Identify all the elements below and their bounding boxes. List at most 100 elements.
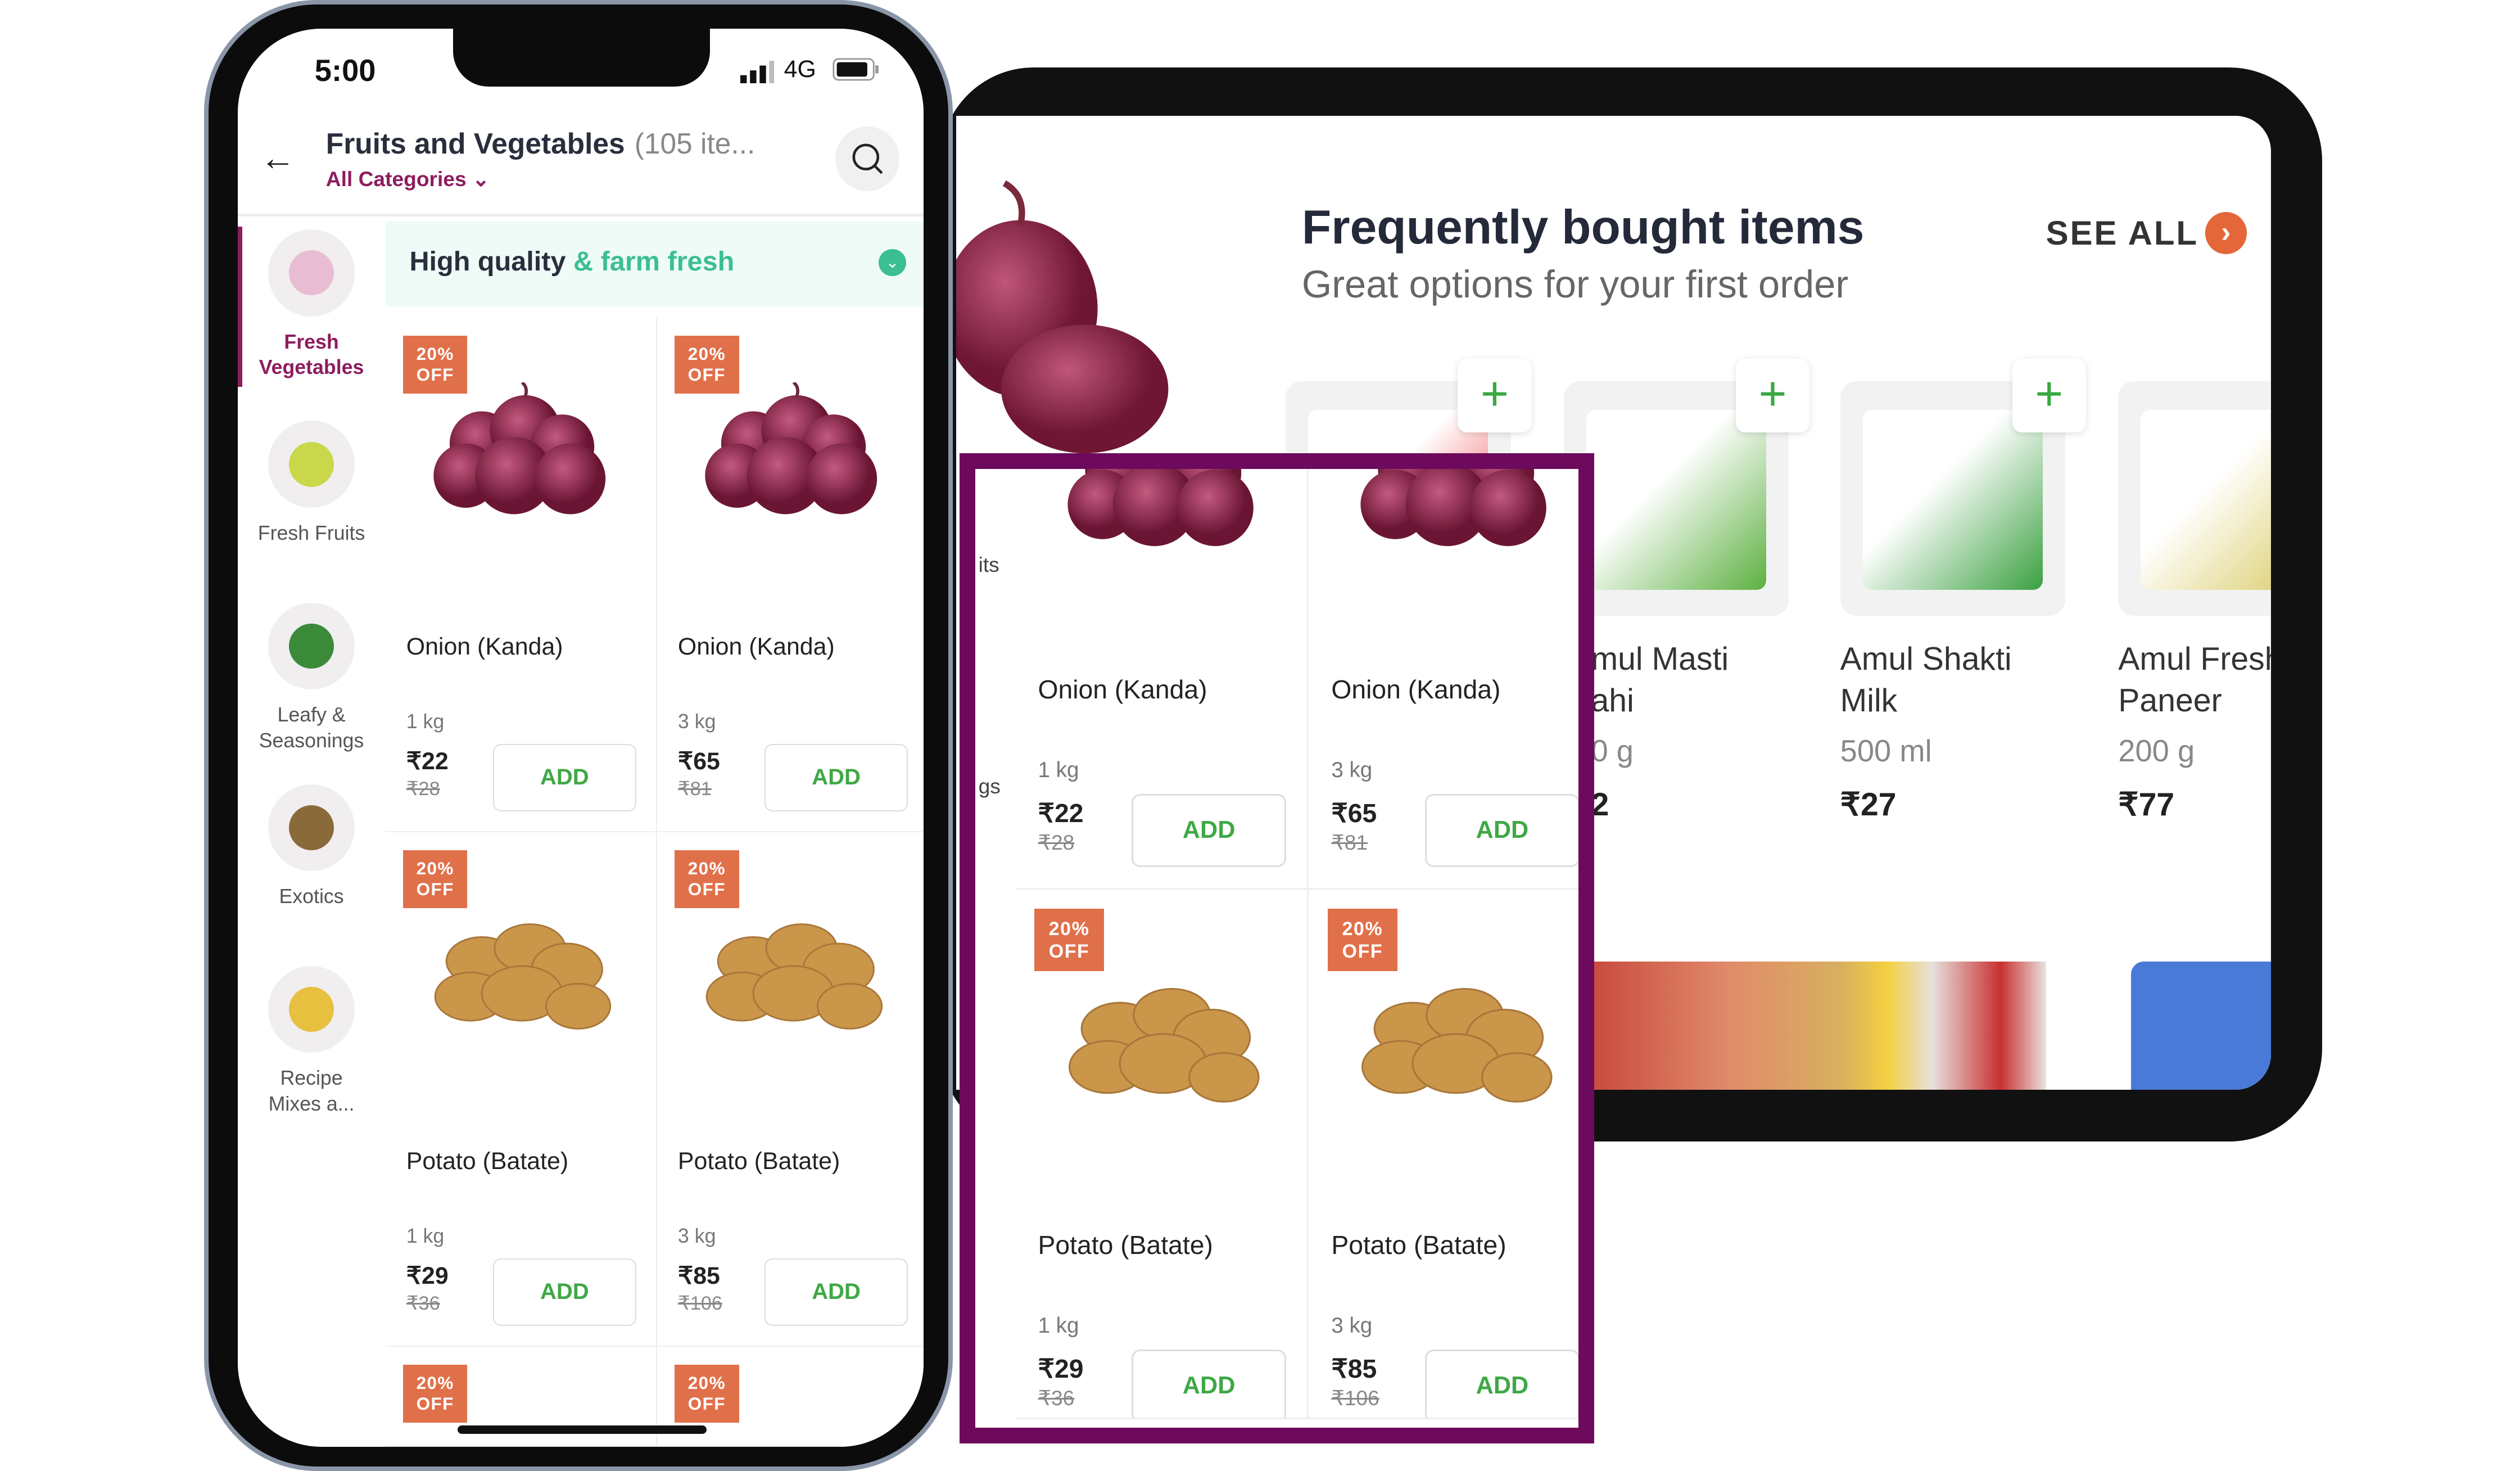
- section-subtitle: Great options for your first order: [1301, 263, 1849, 306]
- add-button[interactable]: ADD: [1132, 1350, 1287, 1418]
- add-button[interactable]: ADD: [1132, 794, 1287, 868]
- product-price: ₹85: [677, 1262, 720, 1289]
- add-button[interactable]: ADD: [1425, 1350, 1579, 1418]
- add-button[interactable]: ADD: [1425, 794, 1579, 868]
- tile-name: Amul Shakti Milk: [1840, 638, 2012, 722]
- sidebar-fragment: gs: [978, 774, 1001, 798]
- discount-text: 20% OFF: [1048, 918, 1090, 962]
- onion-image: [433, 382, 606, 515]
- sidebar-label: Recipe: [280, 1066, 343, 1089]
- section-title: Frequently bought items: [1301, 200, 1865, 254]
- plus-icon: +: [1758, 366, 1787, 421]
- product-old-price: ₹106: [677, 1293, 722, 1315]
- product-price: ₹22: [1038, 798, 1084, 828]
- discount-text: 20% OFF: [687, 1373, 726, 1414]
- phone-device: 5:00 4G ← Fruits and Vegetables (105 ite.…: [204, 0, 953, 1471]
- sidebar-item-kiwi[interactable]: Exotics: [238, 784, 386, 910]
- tile-price: ₹77: [2118, 787, 2175, 823]
- sidebar-item-onion[interactable]: Fresh Vegetables: [238, 229, 386, 381]
- add-plus-button[interactable]: +: [1735, 358, 1810, 433]
- tile-name-line: ahi: [1591, 683, 1634, 719]
- add-button[interactable]: ADD: [493, 744, 636, 812]
- product-name: Onion (Kanda): [406, 633, 563, 660]
- product-card: 20% OFFOnion (Kanda)1 kg₹22₹28ADD: [1015, 469, 1309, 890]
- banner-text-green: & farm fresh: [573, 246, 735, 277]
- shakti-milk-image: [1862, 410, 2043, 590]
- add-button[interactable]: ADD: [493, 1258, 636, 1326]
- chevron-right-icon[interactable]: ›: [2205, 212, 2247, 254]
- discount-badge: 20% OFF: [403, 1364, 468, 1423]
- phone-screen: 5:00 4G ← Fruits and Vegetables (105 ite.…: [237, 28, 924, 1447]
- plus-icon: +: [2035, 366, 2064, 421]
- sidebar-item-pineapple[interactable]: Recipe Mixes a...: [238, 965, 386, 1117]
- plus-icon: +: [1480, 366, 1509, 421]
- tile-size: 500 ml: [1840, 733, 1932, 768]
- onion-image: [1360, 469, 1547, 546]
- chevron-down-circle-icon[interactable]: ⌄: [879, 249, 906, 277]
- category-label: All Categories: [325, 166, 467, 191]
- network-label: 4G: [784, 56, 816, 83]
- spinach-image: [289, 623, 334, 669]
- tile-name-line: Amul Fresh: [2118, 641, 2271, 678]
- see-all-link[interactable]: SEE ALL: [2046, 214, 2198, 252]
- sidebar-label: Leafy &: [277, 703, 346, 726]
- sidebar-item-pear[interactable]: Fresh Fruits: [238, 421, 386, 546]
- potato-image: [705, 923, 883, 1030]
- page-title: Fruits and Vegetables (105 ite...: [326, 127, 755, 160]
- product-weight: 3 kg: [1331, 757, 1373, 782]
- discount-text: 20% OFF: [416, 1373, 454, 1414]
- tile-name-line: Milk: [1840, 683, 1898, 719]
- add-plus-button[interactable]: +: [1458, 358, 1532, 433]
- add-button[interactable]: ADD: [764, 1258, 908, 1326]
- notch: [453, 28, 711, 87]
- product-price: ₹85: [1331, 1353, 1377, 1383]
- banner-text: High quality & farm fresh: [409, 246, 734, 277]
- item-count: (105 ite...: [634, 127, 755, 160]
- potato-image: [434, 923, 612, 1030]
- kiwi-image: [289, 805, 334, 850]
- banner-blue-image[interactable]: [2131, 961, 2271, 1090]
- search-button[interactable]: [835, 127, 900, 191]
- back-arrow-icon[interactable]: ←: [260, 138, 296, 178]
- product-name: Potato (Batate): [1038, 1230, 1213, 1260]
- discount-text: 20% OFF: [687, 859, 726, 900]
- paneer-image: [2141, 410, 2271, 590]
- add-button[interactable]: ADD: [764, 744, 908, 812]
- sidebar-item-spinach[interactable]: Leafy & Seasonings: [238, 602, 386, 754]
- product-card: 20% OFF Onion (Kanda) 3 kg ₹65 ₹81 ADD: [657, 318, 924, 833]
- product-old-price: ₹28: [1038, 831, 1075, 855]
- onion-image: [289, 250, 334, 296]
- product-price: ₹29: [1038, 1353, 1084, 1383]
- product-old-price: ₹36: [1038, 1386, 1075, 1410]
- onion-image: [1067, 469, 1254, 546]
- pear-image: [289, 441, 334, 487]
- discount-text: 20% OFF: [416, 859, 454, 900]
- stage: Frequently bought items Great options fo…: [0, 0, 2520, 1471]
- quality-banner[interactable]: High quality & farm fresh ⌄: [385, 221, 924, 307]
- sidebar-label: Fresh: [284, 330, 339, 353]
- product-price: ₹65: [677, 747, 720, 775]
- category-dropdown[interactable]: All Categories ⌄: [326, 167, 490, 191]
- product-weight: 1 kg: [1038, 1313, 1079, 1338]
- masti-dahi-image: [1586, 410, 1767, 590]
- product-weight: 1 kg: [406, 1225, 445, 1248]
- banner-text-dark: High quality: [409, 246, 566, 277]
- product-name: Potato (Batate): [406, 1147, 569, 1175]
- pear-icon: [268, 421, 355, 508]
- product-card: 20% OFF Potato (Batate) 1 kg ₹29 ₹36 ADD: [1015, 890, 1309, 1419]
- product-tile[interactable]: [2118, 381, 2271, 616]
- banner-meat-image[interactable]: [1591, 961, 2046, 1090]
- potato-image: [1068, 987, 1260, 1103]
- tile-name-line: Paneer: [2118, 683, 2222, 719]
- discount-text: 20% OFF: [687, 344, 726, 385]
- product-weight: 1 kg: [406, 710, 445, 733]
- onion-image: [705, 382, 877, 515]
- add-plus-button[interactable]: +: [2012, 358, 2087, 433]
- signal-icon: [740, 61, 775, 84]
- kiwi-icon: [268, 784, 355, 872]
- zoomed-product-grid: its gs 20% OFF Onion (Kanda) 1 kg ₹22 ₹28 ADD…: [959, 453, 1595, 1444]
- battery-icon: [833, 58, 879, 81]
- product-card: 20% OFF Potato (Batate) 1 kg ₹29 ₹36 ADD: [385, 832, 657, 1347]
- product-old-price: ₹28: [406, 778, 440, 800]
- tile-name: Amul Fresh Paneer: [2118, 638, 2271, 722]
